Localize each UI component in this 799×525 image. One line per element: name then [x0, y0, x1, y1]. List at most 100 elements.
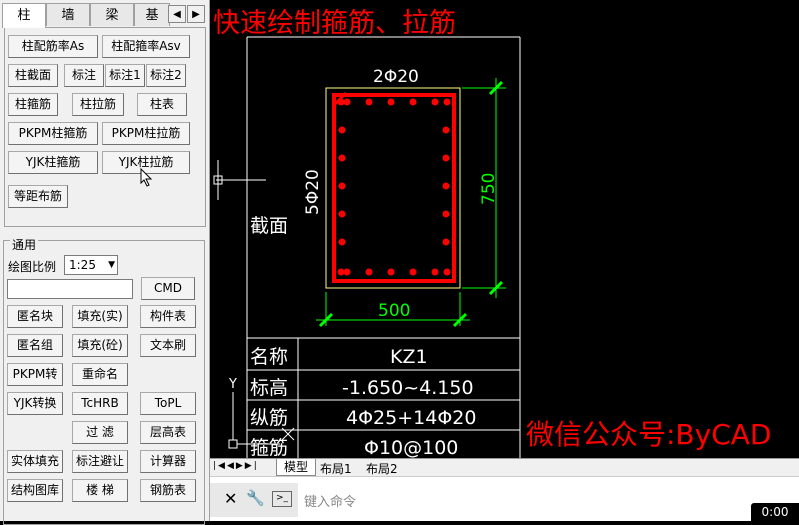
general-button-0-1[interactable]: 填充(实) — [72, 305, 128, 328]
rebar-dot — [409, 268, 417, 276]
timer-display: 0:00 — [751, 503, 799, 521]
column-asv-ratio-button[interactable]: 柱配箍率Asv — [102, 35, 190, 58]
close-icon[interactable]: ✕ — [224, 489, 237, 508]
column-section-button[interactable]: 柱截面 — [8, 64, 58, 87]
tab-layout1[interactable]: 布局1 — [320, 460, 352, 477]
tab-strip: 柱 墙 梁 基 ◀ ▶ — [2, 3, 208, 28]
rebar-dot — [338, 210, 346, 218]
general-button-5-2[interactable]: 计算器 — [140, 450, 196, 473]
section-label: 截面 — [250, 215, 288, 237]
rebar-dot — [442, 238, 450, 246]
rebar-dot — [338, 154, 346, 162]
column-outline — [325, 87, 461, 289]
general-group-title: 通用 — [10, 236, 39, 253]
tab-foundation[interactable]: 基 — [134, 3, 170, 26]
rebar-dot — [365, 98, 373, 106]
tab-scroll-icons[interactable]: |◀◀▶▶| — [213, 461, 259, 471]
rebar-dot — [338, 126, 346, 134]
command-prompt-icon[interactable]: >_ — [272, 491, 292, 507]
column-as-ratio-button[interactable]: 柱配筋率As — [8, 35, 98, 58]
rebar-dot — [442, 154, 450, 162]
rebar-dot — [365, 268, 373, 276]
width-dimension-text: 500 — [378, 301, 410, 321]
chevron-down-icon[interactable]: ▼ — [108, 256, 115, 274]
command-tools: ✕ 🔧 >_ — [210, 483, 298, 517]
general-button-3-0[interactable]: YJK转换 — [7, 392, 63, 415]
tab-scroll-right-icon[interactable]: ▶ — [187, 5, 205, 23]
tab-beam[interactable]: 梁 — [90, 3, 134, 26]
column-table-button[interactable]: 柱表 — [137, 93, 187, 116]
ucs-y-label: Y — [228, 377, 237, 392]
wrench-icon[interactable]: 🔧 — [246, 489, 265, 507]
general-button-2-0[interactable]: PKPM转 — [7, 363, 63, 386]
general-button-0-2[interactable]: 构件表 — [140, 305, 196, 328]
table-label-elevation: 标高 — [250, 377, 288, 399]
rebar-dot — [431, 268, 439, 276]
side-rebar-label: 5Φ20 — [303, 169, 323, 215]
rebar-dot — [337, 268, 345, 276]
general-button-5-1[interactable]: 标注避让 — [72, 450, 128, 473]
rebar-group — [337, 98, 451, 276]
rebar-dot — [343, 98, 351, 106]
general-button-4-1[interactable]: 过 滤 — [72, 421, 128, 444]
cmd-button[interactable]: CMD — [141, 277, 195, 300]
tab-column[interactable]: 柱 — [2, 3, 46, 28]
rebar-dot — [443, 98, 451, 106]
scale-select-value: 1:25 — [69, 258, 96, 272]
mouse-cursor-icon — [140, 168, 153, 187]
general-button-1-0[interactable]: 匿名组 — [7, 334, 63, 357]
rebar-dot — [338, 238, 346, 246]
annotate2-button[interactable]: 标注2 — [146, 64, 186, 87]
general-button-1-1[interactable]: 填充(砼) — [72, 334, 128, 357]
column-stirrup-button[interactable]: 柱箍筋 — [8, 93, 58, 116]
general-button-0-0[interactable]: 匿名块 — [7, 305, 63, 328]
height-dimension-text: 750 — [479, 173, 499, 205]
table-value-longitudinal: 4Φ25+14Φ20 — [346, 407, 476, 429]
general-button-3-2[interactable]: ToPL — [140, 392, 196, 415]
rebar-dot — [387, 268, 395, 276]
top-rebar-label: 2Φ20 — [373, 67, 419, 87]
drawing-canvas[interactable]: 快速绘制箍筋、拉筋 截面 2Φ20 5Φ20 750 500 名称 KZ1 标高… — [210, 0, 799, 458]
table-label-name: 名称 — [250, 346, 288, 368]
rebar-dot — [337, 98, 345, 106]
pkpm-tie-button[interactable]: PKPM柱拉筋 — [102, 122, 190, 145]
general-button-5-0[interactable]: 实体填充 — [7, 450, 63, 473]
rebar-dot — [431, 98, 439, 106]
table-label-longitudinal: 纵筋 — [250, 407, 288, 429]
rebar-dot — [442, 210, 450, 218]
general-button-6-2[interactable]: 钢筋表 — [140, 479, 196, 502]
tab-model[interactable]: 模型 — [276, 459, 316, 476]
rebar-dot — [343, 268, 351, 276]
rebar-dot — [387, 98, 395, 106]
scale-select[interactable]: 1:25 ▼ — [64, 255, 118, 275]
watermark-text: 微信公众号:ByCAD — [526, 418, 771, 451]
general-button-1-2[interactable]: 文本刷 — [140, 334, 196, 357]
command-input[interactable]: 键入命令 — [304, 491, 356, 510]
general-button-6-0[interactable]: 结构图库 — [7, 479, 63, 502]
table-value-elevation: -1.650~4.150 — [342, 377, 474, 399]
scale-label: 绘图比例 — [8, 260, 57, 274]
rebar-dot — [338, 182, 346, 190]
layout-tab-bar: |◀◀▶▶| 模型 布局1 布局2 — [210, 458, 799, 476]
left-tool-panel: 柱 墙 梁 基 ◀ ▶ 柱配筋率As 柱配箍率Asv 柱截面 标注 标注1 标注… — [0, 0, 210, 525]
rebar-dot — [409, 98, 417, 106]
general-button-4-2[interactable]: 层高表 — [140, 421, 196, 444]
drawing-title: 快速绘制箍筋、拉筋 — [213, 8, 456, 39]
pkpm-stirrup-button[interactable]: PKPM柱箍筋 — [8, 122, 98, 145]
annotate1-button[interactable]: 标注1 — [105, 64, 145, 87]
rebar-dot — [442, 182, 450, 190]
stirrup — [332, 93, 456, 283]
tab-layout2[interactable]: 布局2 — [366, 460, 398, 477]
tab-wall[interactable]: 墙 — [46, 3, 90, 26]
command-input-field[interactable] — [7, 279, 133, 299]
equal-spacing-button[interactable]: 等距布筋 — [8, 185, 68, 208]
general-button-2-1[interactable]: 重命名 — [72, 363, 128, 386]
column-tie-button[interactable]: 柱拉筋 — [72, 93, 124, 116]
general-button-3-1[interactable]: TcHRB — [72, 392, 128, 415]
tab-scroll-left-icon[interactable]: ◀ — [168, 5, 186, 23]
general-button-6-1[interactable]: 楼 梯 — [72, 479, 128, 502]
annotate-button[interactable]: 标注 — [64, 64, 104, 87]
yjk-stirrup-button[interactable]: YJK柱箍筋 — [8, 151, 98, 174]
table-value-name: KZ1 — [390, 346, 428, 368]
rebar-dot — [442, 126, 450, 134]
